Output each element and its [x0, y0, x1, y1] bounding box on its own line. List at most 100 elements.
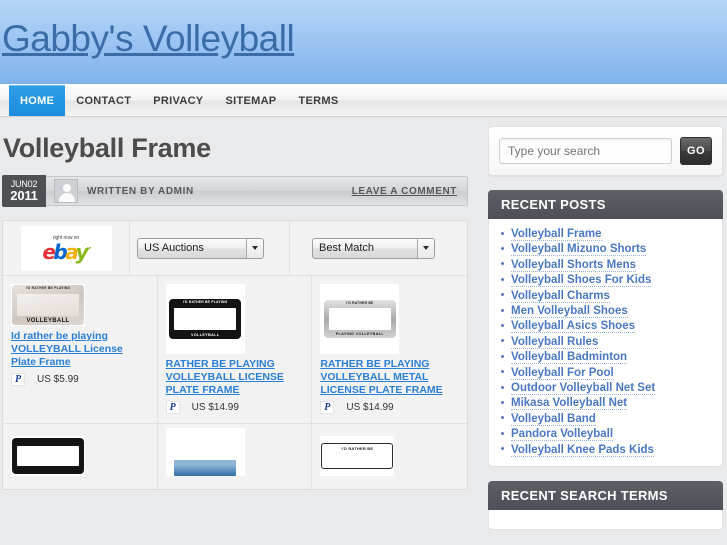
sort-select-value: Best Match	[319, 242, 375, 254]
product-item[interactable]: I'D RATHER BE	[312, 424, 467, 489]
product-price-row: P US $5.99	[11, 373, 149, 386]
plate-top-text: I'D RATHER BE	[341, 446, 374, 452]
recent-post-link[interactable]: Volleyball Shoes For Kids	[511, 274, 652, 288]
post-meta-bar: JUN02 2011 WRITTEN BY ADMIN LEAVE A COMM…	[2, 174, 468, 207]
category-select-value: US Auctions	[144, 242, 204, 254]
chevron-down-icon[interactable]	[417, 238, 434, 258]
list-item: Volleyball Rules	[499, 334, 712, 349]
recent-post-link[interactable]: Volleyball Frame	[511, 228, 602, 241]
chevron-down-icon[interactable]	[246, 238, 263, 258]
product-thumbnail[interactable]: I'D RATHER BE PLAYING VOLLEYBALL	[11, 284, 85, 326]
leave-a-comment-link[interactable]: LEAVE A COMMENT	[352, 186, 457, 197]
sidebar: GO RECENT POSTS Volleyball FrameVolleyba…	[488, 117, 727, 531]
recent-post-link[interactable]: Volleyball Charms	[511, 289, 610, 303]
ebay-logo-cell: right now on ebay™	[3, 220, 130, 276]
recent-search-terms-heading: RECENT SEARCH TERMS	[488, 481, 723, 511]
product-price-row: P US $14.99	[320, 401, 459, 414]
recent-posts-list: Volleyball Frame Volleyball Mizuno Shorts…	[499, 226, 712, 457]
list-item: Volleyball Band	[499, 411, 712, 426]
search-input[interactable]	[499, 138, 672, 164]
category-select-cell: US Auctions	[130, 220, 290, 276]
ebay-letter-y: y	[75, 239, 89, 264]
ebay-toolbar: right now on ebay™ US Auctions Best Matc…	[3, 220, 467, 276]
list-item: Volleyball Asics Shoes	[499, 318, 712, 334]
recent-post-link[interactable]: Pandora Volleyball	[511, 428, 614, 442]
list-item: Mikasa Volleyball Net	[499, 395, 712, 411]
product-thumbnail[interactable]	[165, 428, 245, 476]
post-date-year: 2011	[10, 187, 38, 203]
main-navigation: HOME CONTACT PRIVACY SITEMAP TERMS	[0, 84, 727, 117]
list-item: Men Volleyball Shoes	[499, 303, 712, 319]
recent-post-link[interactable]: Volleyball Mizuno Shorts	[511, 243, 647, 257]
product-row: I'D RATHER BE PLAYING VOLLEYBALL Id rath…	[3, 276, 467, 424]
ebay-letter-a: a	[65, 239, 78, 264]
product-thumbnail[interactable]: I'D RATHER BE PLAYING VOLLEYBALL	[320, 284, 400, 354]
product-item[interactable]: I'D RATHER BE PLAYING VOLLEYBALL RATHER …	[158, 276, 313, 423]
list-item: Volleyball Frame	[499, 226, 712, 241]
product-price: US $14.99	[346, 402, 394, 413]
product-title-link[interactable]: RATHER BE PLAYING VOLLEYBALL METAL LICEN…	[320, 358, 459, 397]
nav-item-home[interactable]: HOME	[9, 85, 66, 116]
recent-post-link[interactable]: Volleyball Shorts Mens	[511, 258, 637, 272]
plate-top-text: I'D RATHER BE PLAYING	[25, 285, 71, 290]
recent-post-link[interactable]: Volleyball Knee Pads Kids	[511, 443, 654, 457]
sort-select[interactable]: Best Match	[312, 237, 435, 259]
category-select[interactable]: US Auctions	[137, 237, 264, 259]
product-title-link[interactable]: Id rather be playing VOLLEYBALL License …	[11, 330, 149, 369]
license-plate-graphic: I'D RATHER BE PLAYING VOLLEYBALL	[323, 300, 396, 338]
page-title: Volleyball Frame	[3, 133, 211, 163]
product-row: I'D RATHER BE	[3, 424, 467, 489]
ebay-logo-wordmark: ebay™	[42, 239, 92, 264]
recent-posts-heading: RECENT POSTS	[488, 190, 723, 219]
list-item: Volleyball Shoes For Kids	[499, 272, 712, 288]
product-item[interactable]: I'D RATHER BE PLAYING VOLLEYBALL RATHER …	[312, 276, 467, 423]
recent-post-link[interactable]: Volleyball For Pool	[511, 366, 614, 380]
sort-select-cell: Best Match	[290, 221, 467, 276]
avatar-body-shape	[59, 193, 75, 202]
plate-top-text: I'D RATHER BE PLAYING	[182, 299, 228, 304]
avatar-head-shape	[63, 184, 71, 192]
recent-post-link[interactable]: Men Volleyball Shoes	[511, 305, 628, 319]
recent-post-link[interactable]: Volleyball Asics Shoes	[511, 320, 635, 334]
recent-post-link[interactable]: Volleyball Badminton	[511, 351, 628, 365]
plate-bottom-text: VOLLEYBALL	[191, 333, 220, 338]
site-title[interactable]: Gabby's Volleyball	[2, 18, 295, 60]
paypal-icon: P	[11, 373, 25, 386]
product-price-row: P US $14.99	[165, 401, 304, 414]
list-item: Volleyball Badminton	[499, 349, 712, 365]
paypal-icon: P	[320, 401, 335, 414]
ebay-logo: right now on ebay™	[20, 225, 112, 271]
recent-post-link[interactable]: Volleyball Rules	[511, 335, 599, 349]
post-author: WRITTEN BY ADMIN	[87, 185, 194, 197]
product-price: US $5.99	[37, 374, 79, 385]
ebay-trademark: ™	[86, 245, 92, 253]
list-item: Volleyball For Pool	[499, 365, 712, 380]
nav-item-privacy[interactable]: PRIVACY	[142, 85, 214, 116]
recent-search-terms-widget: RECENT SEARCH TERMS	[488, 481, 723, 531]
license-plate-graphic: I'D RATHER BE PLAYING VOLLEYBALL	[12, 285, 84, 325]
nav-item-contact[interactable]: CONTACT	[65, 85, 142, 116]
page-body: Volleyball Frame JUN02 2011 WRITTEN BY A…	[0, 117, 727, 545]
recent-search-terms-body	[488, 510, 723, 531]
recent-post-link[interactable]: Volleyball Band	[511, 412, 596, 426]
product-thumbnail[interactable]	[11, 436, 85, 476]
site-header: Gabby's Volleyball	[0, 0, 727, 84]
list-item: Volleyball Shorts Mens	[499, 257, 712, 272]
recent-post-link[interactable]: Outdoor Volleyball Net Set	[511, 382, 656, 396]
nav-item-sitemap[interactable]: SITEMAP	[214, 85, 287, 116]
product-thumbnail[interactable]: I'D RATHER BE PLAYING VOLLEYBALL	[165, 284, 245, 354]
search-widget: GO	[488, 126, 723, 176]
license-plate-graphic: I'D RATHER BE	[321, 443, 394, 469]
product-item[interactable]	[158, 424, 313, 489]
search-go-button[interactable]: GO	[680, 137, 712, 165]
list-item: Pandora Volleyball	[499, 426, 712, 442]
nav-item-terms[interactable]: TERMS	[287, 85, 349, 116]
list-item: Volleyball Charms	[499, 288, 712, 303]
product-item[interactable]: I'D RATHER BE PLAYING VOLLEYBALL Id rath…	[3, 276, 158, 423]
product-title-link[interactable]: RATHER BE PLAYING VOLLEYBALL LICENSE PLA…	[166, 358, 304, 397]
product-item[interactable]	[3, 424, 158, 489]
product-thumbnail[interactable]: I'D RATHER BE	[320, 436, 395, 476]
post-date-badge: JUN02 2011	[2, 174, 46, 207]
product-price: US $14.99	[191, 402, 239, 413]
recent-post-link[interactable]: Mikasa Volleyball Net	[511, 397, 628, 411]
